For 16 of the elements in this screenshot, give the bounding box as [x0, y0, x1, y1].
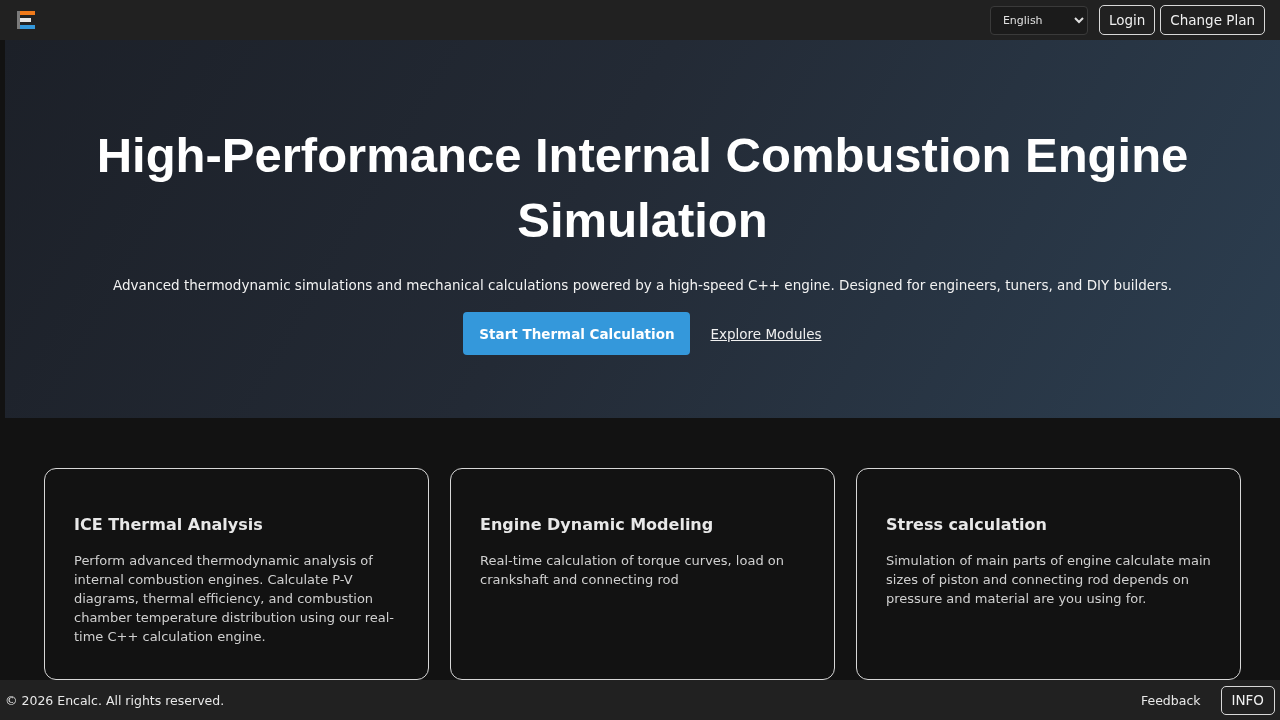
feedback-link[interactable]: Feedback — [1141, 692, 1201, 708]
card-description: Real-time calculation of torque curves, load on crankshaft and connecting rod — [480, 552, 785, 589]
card-title: ICE Thermal Analysis — [74, 515, 264, 534]
card-description: Perform advanced thermodynamic analysis of internal combustion engines. Calculate P-V diagrams, thermal efficiency, and combustion chamber temperature distribution using our real-time C++ calculation engine. — [74, 552, 396, 646]
card-title: Stress calculation — [886, 515, 1048, 534]
info-button[interactable]: INFO — [1220, 685, 1275, 715]
header-button[interactable]: Change Plan — [1160, 5, 1265, 35]
logo-icon[interactable] — [17, 11, 35, 29]
language-select[interactable]: English — [989, 5, 1088, 35]
hero-subtitle: Advanced thermodynamic simulations and mechanical calculations powered by a high-speed C++ engine. Designed for engineers, tuners, and DIY builders. — [113, 276, 1172, 295]
hero-title: High-Performance Internal Combustion Engine Simulation — [95, 127, 1190, 249]
copyright-text: © 2026 Encalc. All rights reserved. — [5, 692, 225, 708]
card-title: Engine Dynamic Modeling — [480, 515, 715, 534]
header-button[interactable]: Login — [1098, 5, 1156, 35]
card-description: Simulation of main parts of engine calculate main sizes of piston and connecting rod depends on pressure and material are you using for. — [886, 552, 1211, 608]
explore-modules-link[interactable]: Explore Modules — [710, 325, 822, 342]
